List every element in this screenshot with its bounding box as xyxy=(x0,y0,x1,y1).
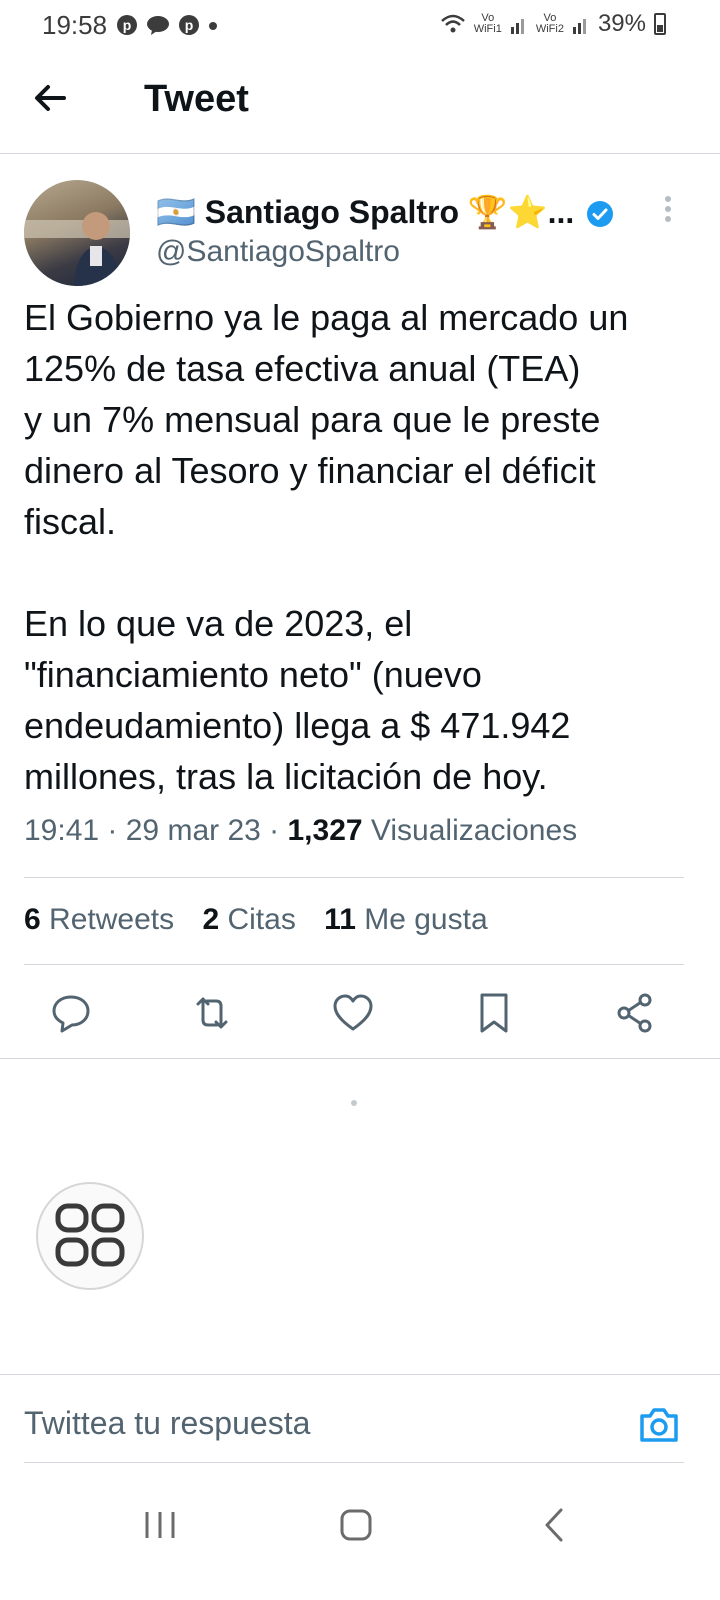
author-emojis: 🏆⭐... xyxy=(467,194,575,230)
views-label: Visualizaciones xyxy=(370,814,578,847)
more-vertical-icon xyxy=(665,196,671,222)
home-icon xyxy=(340,1509,372,1541)
reply-bottom-divider xyxy=(24,1462,684,1463)
status-right: Vo WiFi1 Vo WiFi2 39% xyxy=(440,10,666,38)
page-title: Tweet xyxy=(144,78,249,120)
quotes-count: 2 xyxy=(202,903,220,936)
retweet-icon xyxy=(196,997,228,1029)
retweet-button[interactable] xyxy=(189,990,235,1036)
quotes-label: Citas xyxy=(227,903,296,936)
verified-badge-icon xyxy=(586,200,614,233)
flag-argentina: 🇦🇷 xyxy=(156,194,196,230)
dot-icon xyxy=(209,22,217,30)
reply-input[interactable]: Twittea tu respuesta xyxy=(24,1405,310,1442)
chat-icon xyxy=(147,16,169,35)
bookmark-icon xyxy=(480,993,508,1033)
likes-label: Me gusta xyxy=(364,903,488,936)
recent-apps-icon xyxy=(145,1512,175,1538)
retweets-stat[interactable]: 6 Retweets xyxy=(24,903,174,936)
recent-apps-button[interactable] xyxy=(135,1500,185,1550)
author-name-row[interactable]: 🇦🇷 Santiago Spaltro 🏆⭐... xyxy=(156,193,574,231)
retweets-count: 6 xyxy=(24,903,41,936)
retweets-label: Retweets xyxy=(49,903,175,936)
likes-stat[interactable]: 11 Me gusta xyxy=(324,903,487,936)
home-button[interactable] xyxy=(331,1500,381,1550)
camera-button[interactable] xyxy=(638,1405,680,1445)
author-handle[interactable]: @SantiagoSpaltro xyxy=(156,235,400,269)
app-launcher-button[interactable] xyxy=(36,1182,144,1290)
reply-top-divider xyxy=(0,1374,720,1375)
grid-icon xyxy=(55,1203,125,1267)
stats-divider xyxy=(24,964,684,965)
battery-icon xyxy=(654,13,666,35)
camera-icon xyxy=(640,1408,678,1442)
like-button[interactable] xyxy=(330,990,376,1036)
avatar[interactable] xyxy=(24,180,130,286)
svg-text:p: p xyxy=(185,17,194,33)
share-icon xyxy=(617,993,652,1033)
bookmark-button[interactable] xyxy=(471,990,517,1036)
chevron-left-icon xyxy=(545,1508,563,1542)
loading-indicator xyxy=(351,1100,357,1106)
wifi2-label: Vo WiFi2 xyxy=(535,12,564,35)
tweet-meta: 19:41 · 29 mar 23 · 1,327 Visualizacione… xyxy=(24,814,578,847)
share-button[interactable] xyxy=(612,990,658,1036)
back-nav-button[interactable] xyxy=(530,1500,580,1550)
more-options-button[interactable] xyxy=(656,195,680,225)
notification-icons: p p xyxy=(116,14,218,36)
signal-icon xyxy=(510,19,524,34)
status-time: 19:58 xyxy=(42,10,108,40)
author-name: Santiago Spaltro xyxy=(204,194,459,230)
svg-text:p: p xyxy=(123,17,132,33)
signal-icon xyxy=(572,19,586,34)
reply-button[interactable] xyxy=(48,990,94,1036)
pinterest-icon: p xyxy=(117,15,137,35)
views-count: 1,327 xyxy=(287,814,363,847)
reply-icon xyxy=(52,995,90,1033)
back-button[interactable] xyxy=(30,78,82,122)
actions-divider xyxy=(0,1058,720,1059)
wifi-icon xyxy=(440,14,465,33)
likes-count: 11 xyxy=(324,903,356,936)
tweet-stats: 6 Retweets 2 Citas 11 Me gusta xyxy=(24,903,488,937)
quotes-stat[interactable]: 2 Citas xyxy=(202,903,295,936)
wifi1-label: Vo WiFi1 xyxy=(473,12,502,35)
header-divider xyxy=(0,153,720,154)
avatar-photo xyxy=(24,212,130,286)
back-arrow-icon xyxy=(35,85,66,111)
tweet-text: El Gobierno ya le paga al mercado un 125… xyxy=(24,297,629,797)
heart-icon xyxy=(333,994,373,1031)
pinterest-icon: p xyxy=(179,15,199,35)
tweet-date: 29 mar 23 xyxy=(125,814,261,847)
tweet-time: 19:41 xyxy=(24,814,100,847)
battery-percent: 39% xyxy=(597,10,646,37)
meta-divider xyxy=(24,877,684,878)
